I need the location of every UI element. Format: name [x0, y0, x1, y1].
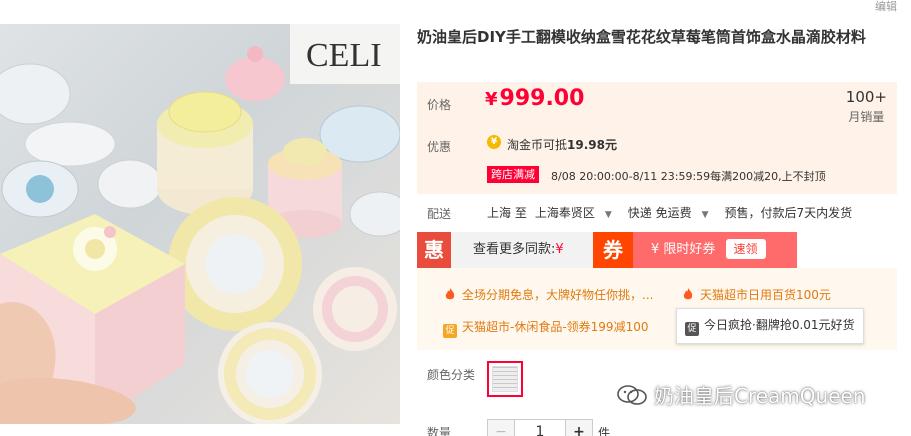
swatch-thumbnail — [492, 366, 518, 392]
ship-carrier-select[interactable]: 快递 免运费 ▼ — [628, 206, 717, 220]
claim-coupon-button[interactable]: 速领 — [725, 239, 766, 259]
watermark-text: 奶油皇后CreamQueen — [654, 384, 866, 408]
activity-item-highlighted[interactable]: 促今日疯抢·翻牌抢0.01元好货 — [676, 308, 864, 344]
quantity-minus-button[interactable]: − — [488, 420, 514, 436]
sold-label: 月销量 — [848, 110, 885, 124]
chevron-down-icon: ▼ — [701, 210, 709, 220]
activity-text: 天猫超市-休闲食品-领券199减100 — [462, 320, 649, 334]
more-yen: ¥ — [555, 242, 564, 257]
color-label: 颜色分类 — [427, 368, 476, 382]
activity-text: 今日疯抢·翻牌抢0.01元好货 — [704, 318, 855, 332]
taojinbi-coin-icon: ¥ — [487, 135, 501, 149]
activity-item[interactable]: 促天猫超市-休闲食品-领券199减100 — [443, 318, 648, 338]
activity-item[interactable]: 全场分期免息，大牌好物任你挑，... — [443, 286, 653, 303]
coin-discount: 淘金币可抵19.98元 — [507, 136, 617, 153]
wechat-icon — [617, 385, 647, 405]
quantity-unit: 件 — [598, 426, 611, 436]
watermark: 奶油皇后CreamQueen — [616, 380, 866, 409]
activity-panel: 全场分期免息，大牌好物任你挑，... 天猫超市日用百货100元 促天猫超市-休闲… — [417, 268, 897, 350]
price-value: ¥999.00 — [485, 86, 584, 111]
color-swatch-selected[interactable] — [487, 361, 523, 397]
activity-item[interactable]: 天猫超市日用百货100元 — [681, 286, 831, 303]
price-panel: 价格 ¥999.00 100+ 月销量 优惠 ¥ 淘金币可抵19.98元 跨店满… — [417, 82, 897, 194]
ship-to: 上海奉贤区 — [534, 206, 595, 220]
currency-symbol: ¥ — [485, 89, 498, 110]
cross-store-tag[interactable]: 跨店满减 — [487, 166, 539, 183]
coin-text: 淘金币可抵 — [507, 138, 568, 152]
quan-text: ¥ 限时好券 — [651, 242, 716, 257]
coupon-strip: 惠 查看更多同款:¥ 券 ¥ 限时好券 速领 — [417, 232, 797, 268]
more-similar-link[interactable]: 查看更多同款:¥ — [451, 232, 595, 268]
activity-text: 全场分期免息，大牌好物任你挑，... — [462, 288, 654, 302]
quantity-label: 数量 — [427, 426, 452, 436]
flame-icon — [683, 288, 693, 300]
product-photo[interactable]: CELI — [0, 24, 400, 424]
ship-to-select[interactable]: 上海奉贤区 ▼ — [535, 206, 620, 220]
ship-from: 上海 至 — [487, 206, 527, 220]
promo-tag-icon: 促 — [685, 322, 699, 336]
brand-text: CELI — [306, 37, 382, 74]
shipping-label: 配送 — [427, 207, 452, 221]
presale-note: 预售，付款后7天内发货 — [724, 206, 853, 220]
cross-store-text: 8/08 20:00:00-8/11 23:59:59每满200减20,上不封顶 — [551, 170, 826, 183]
promo-tag-icon: 促 — [443, 324, 457, 338]
monthly-sales: 100+ 月销量 — [846, 88, 887, 125]
price-label: 价格 — [427, 98, 452, 112]
sold-count: 100+ — [845, 88, 887, 106]
coin-amount: 19.98元 — [567, 138, 617, 152]
more-label: 查看更多同款: — [473, 242, 556, 257]
product-title: 奶油皇后DIY手工翻模收纳盒雪花花纹草莓笔筒首饰盒水晶滴胶材料 — [417, 28, 866, 46]
ship-carrier: 快递 免运费 — [627, 206, 692, 220]
activity-text: 天猫超市日用百货100元 — [700, 288, 831, 302]
limited-coupon[interactable]: ¥ 限时好券 速领 — [633, 232, 797, 268]
quantity-stepper: − 1 + — [487, 419, 593, 436]
flame-icon — [445, 288, 455, 300]
promotions-label: 优惠 — [427, 140, 452, 154]
chevron-down-icon: ▼ — [604, 210, 612, 220]
quantity-plus-button[interactable]: + — [566, 420, 592, 436]
quantity-input[interactable]: 1 — [514, 420, 566, 436]
hui-badge-icon: 惠 — [417, 232, 451, 268]
quan-badge-icon: 券 — [593, 232, 633, 268]
price-amount: 999.00 — [499, 86, 585, 111]
product-photo-illustration: CELI — [0, 24, 400, 424]
edit-link[interactable]: 编辑 — [875, 0, 897, 14]
shipping-row: 上海 至上海奉贤区 ▼ 快递 免运费 ▼ 预售，付款后7天内发货 — [487, 204, 860, 221]
